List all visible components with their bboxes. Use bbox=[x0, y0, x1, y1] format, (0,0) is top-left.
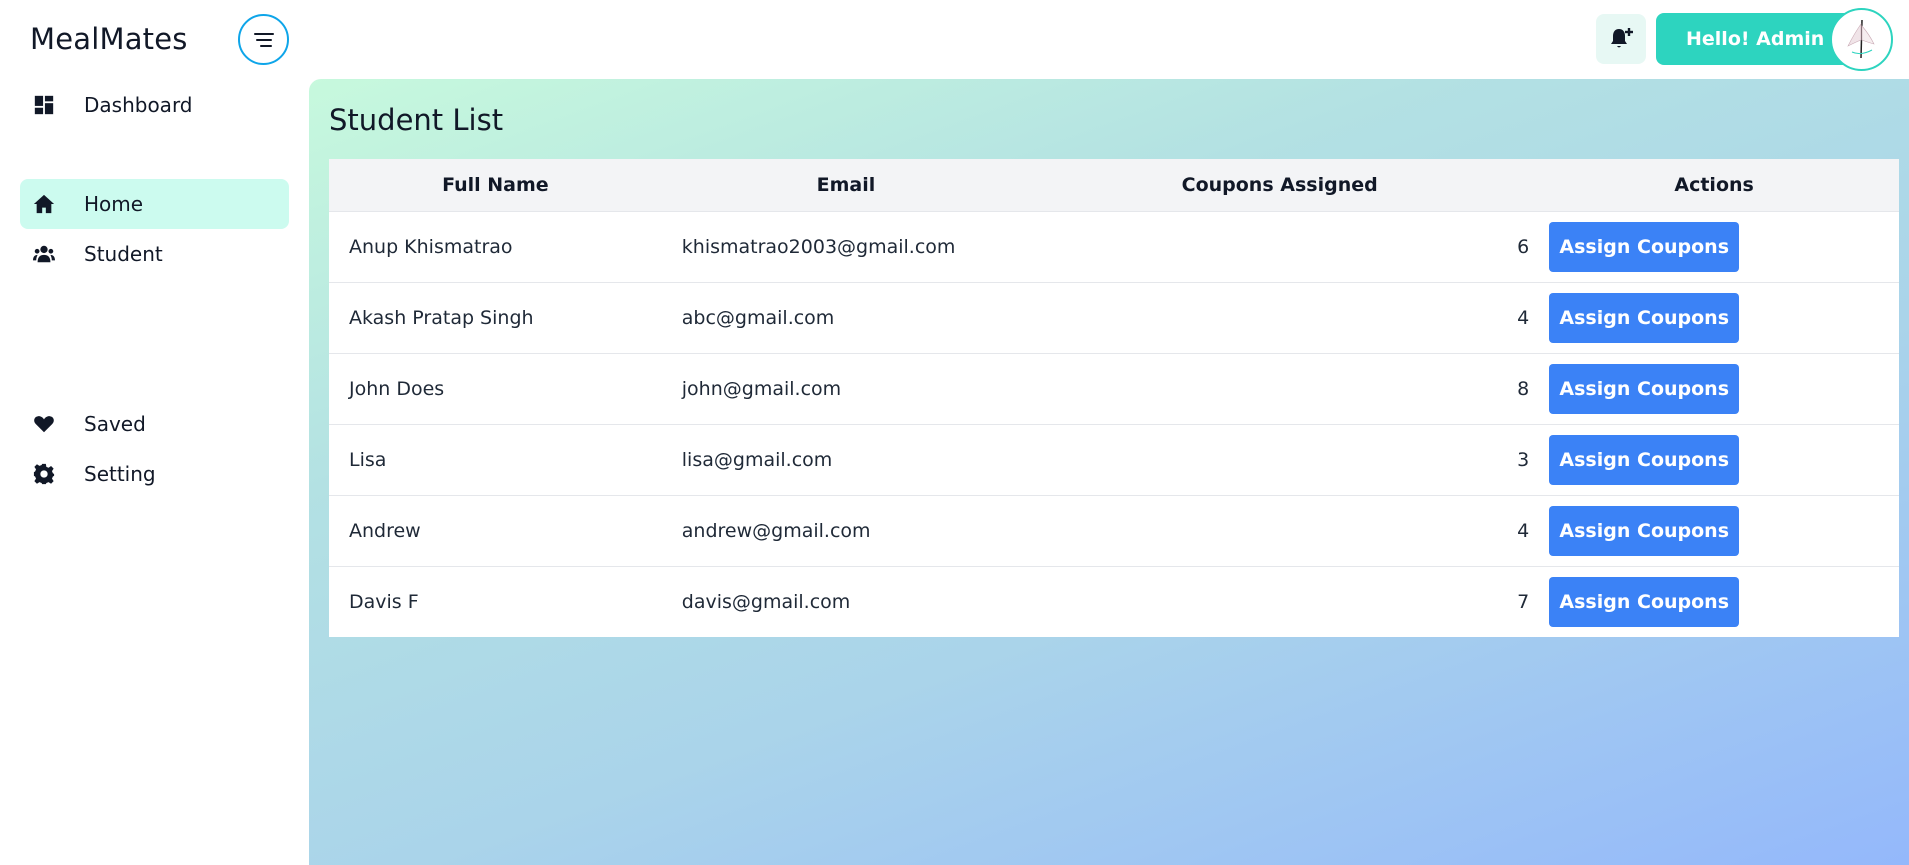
notification-button[interactable] bbox=[1596, 14, 1646, 64]
student-name: Lisa bbox=[349, 448, 387, 471]
home-icon bbox=[32, 192, 56, 216]
student-table-container: Full Name Email Coupons Assigned Actions… bbox=[329, 159, 1899, 637]
sidebar-item-dashboard[interactable]: Dashboard bbox=[20, 80, 289, 130]
column-header-full-name: Full Name bbox=[442, 173, 549, 196]
student-name: Davis F bbox=[349, 590, 419, 613]
dashboard-icon bbox=[32, 93, 56, 117]
assign-coupons-button[interactable]: Assign Coupons bbox=[1549, 221, 1740, 272]
student-email: abc@gmail.com bbox=[681, 306, 835, 329]
table-row: Lisa lisa@gmail.com 3 Assign Coupons bbox=[329, 424, 1899, 495]
assign-coupons-button[interactable]: Assign Coupons bbox=[1549, 434, 1740, 485]
page-title: Student List bbox=[329, 103, 504, 137]
coupons-assigned: 4 bbox=[1517, 519, 1530, 542]
coupons-assigned-cell: 4 bbox=[1030, 282, 1529, 353]
coupons-assigned: 4 bbox=[1517, 306, 1530, 329]
assign-coupons-button[interactable]: Assign Coupons bbox=[1549, 505, 1740, 556]
table-row: Akash Pratap Singh abc@gmail.com 4 Assig… bbox=[329, 282, 1899, 353]
column-header-coupons-assigned: Coupons Assigned bbox=[1181, 173, 1378, 196]
admin-greeting-button[interactable]: Hello! Admin bbox=[1656, 13, 1846, 65]
sidebar-item-label: Saved bbox=[84, 412, 146, 436]
bell-plus-icon bbox=[1611, 28, 1633, 48]
student-email: lisa@gmail.com bbox=[681, 448, 833, 471]
coupons-assigned-cell: 3 bbox=[1030, 424, 1529, 495]
coupons-assigned: 3 bbox=[1517, 448, 1530, 471]
assign-coupons-button[interactable]: Assign Coupons bbox=[1549, 576, 1740, 627]
main-content: Student List Full Name Email Coupons Ass… bbox=[309, 79, 1909, 865]
actions-cell: Assign Coupons bbox=[1529, 566, 1899, 637]
app-brand: MealMates bbox=[30, 22, 188, 56]
table-row: Andrew andrew@gmail.com 4 Assign Coupons bbox=[329, 495, 1899, 566]
coupons-assigned: 7 bbox=[1517, 590, 1530, 613]
sidebar-item-label: Setting bbox=[84, 462, 156, 486]
sidebar-item-saved[interactable]: Saved bbox=[20, 399, 289, 449]
sidebar-item-label: Dashboard bbox=[84, 93, 193, 117]
coupons-assigned-cell: 8 bbox=[1030, 353, 1529, 424]
coupons-assigned: 8 bbox=[1517, 377, 1530, 400]
gear-icon bbox=[32, 462, 56, 486]
sidebar-item-label: Home bbox=[84, 192, 144, 216]
assign-coupons-button[interactable]: Assign Coupons bbox=[1549, 363, 1740, 414]
coupons-assigned-cell: 7 bbox=[1030, 566, 1529, 637]
table-row: Anup Khismatrao khismatrao2003@gmail.com… bbox=[329, 211, 1899, 282]
coupons-assigned-cell: 6 bbox=[1030, 211, 1529, 282]
menu-toggle-icon bbox=[253, 32, 274, 47]
assign-coupons-button[interactable]: Assign Coupons bbox=[1549, 292, 1740, 343]
table-row: John Does john@gmail.com 8 Assign Coupon… bbox=[329, 353, 1899, 424]
actions-cell: Assign Coupons bbox=[1529, 424, 1899, 495]
student-name: John Does bbox=[349, 377, 445, 400]
sidebar-item-student[interactable]: Student bbox=[20, 229, 289, 279]
coupons-assigned: 6 bbox=[1517, 235, 1530, 258]
actions-cell: Assign Coupons bbox=[1529, 211, 1899, 282]
student-email: andrew@gmail.com bbox=[681, 519, 871, 542]
avatar-logo bbox=[1847, 19, 1875, 59]
column-header-email: Email bbox=[816, 173, 876, 196]
student-email: davis@gmail.com bbox=[681, 590, 851, 613]
student-name: Akash Pratap Singh bbox=[349, 306, 534, 329]
menu-toggle-button[interactable] bbox=[238, 14, 289, 65]
coupons-assigned-cell: 4 bbox=[1030, 495, 1529, 566]
sidebar-item-home[interactable]: Home bbox=[20, 179, 289, 229]
table-header-row: Full Name Email Coupons Assigned Actions bbox=[329, 159, 1899, 211]
actions-cell: Assign Coupons bbox=[1529, 353, 1899, 424]
student-name: Anup Khismatrao bbox=[349, 235, 513, 258]
sidebar-item-setting[interactable]: Setting bbox=[20, 449, 289, 499]
actions-cell: Assign Coupons bbox=[1529, 495, 1899, 566]
sidebar-item-label: Student bbox=[84, 242, 163, 266]
heart-icon bbox=[32, 412, 56, 436]
student-email: john@gmail.com bbox=[681, 377, 842, 400]
avatar[interactable] bbox=[1830, 8, 1893, 71]
column-header-actions: Actions bbox=[1674, 173, 1754, 196]
table-row: Davis F davis@gmail.com 7 Assign Coupons bbox=[329, 566, 1899, 637]
student-table: Full Name Email Coupons Assigned Actions… bbox=[329, 159, 1899, 637]
student-email: khismatrao2003@gmail.com bbox=[681, 235, 956, 258]
actions-cell: Assign Coupons bbox=[1529, 282, 1899, 353]
student-name: Andrew bbox=[349, 519, 421, 542]
users-icon bbox=[32, 242, 56, 266]
